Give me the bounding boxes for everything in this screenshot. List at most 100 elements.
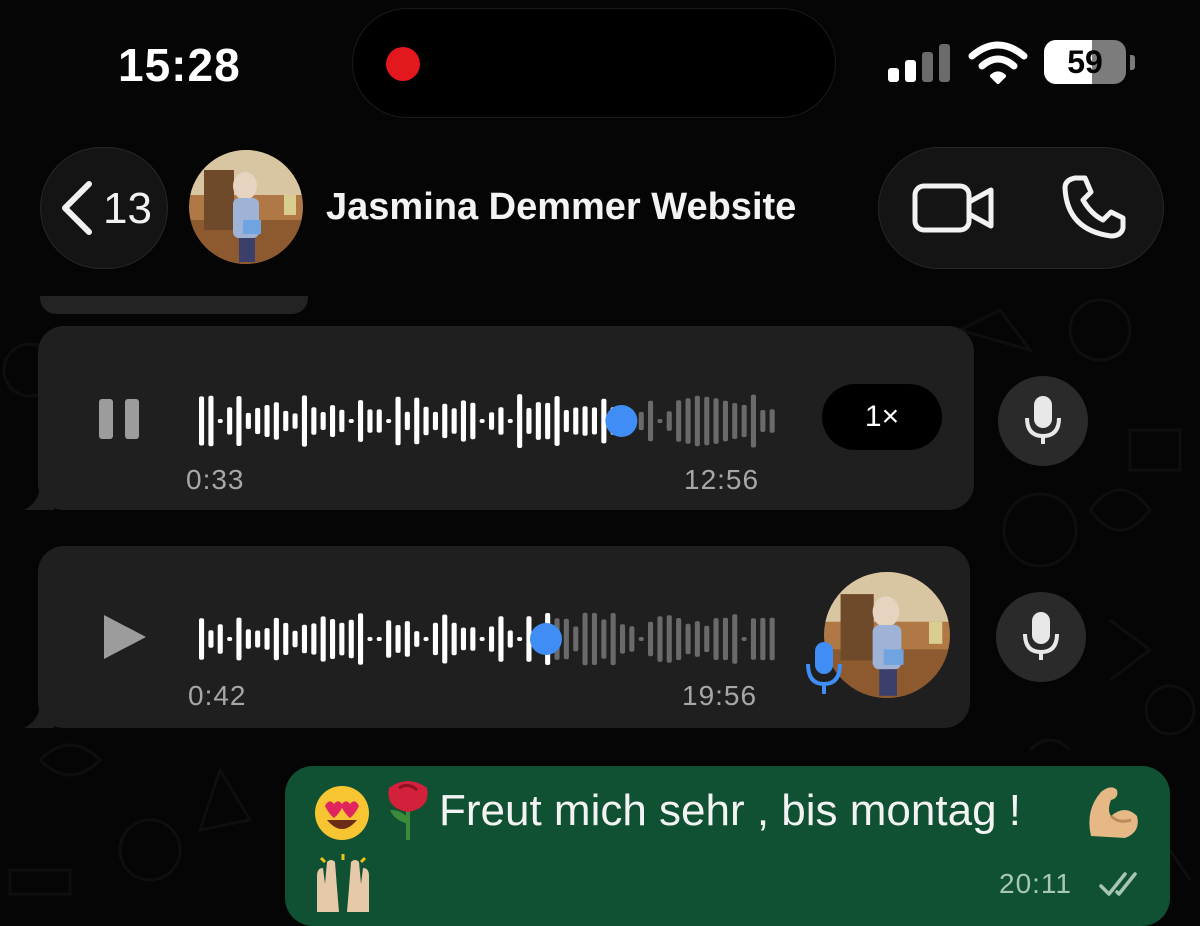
voice-call-button[interactable] [1059, 172, 1129, 242]
voice-elapsed-time: 0:42 [188, 680, 247, 711]
waveform-bar [489, 626, 495, 652]
transcribe-button[interactable] [996, 592, 1086, 682]
raising-hands-emoji [317, 854, 369, 912]
waveform-bar [208, 395, 214, 447]
bubble-tail [24, 702, 54, 728]
outgoing-message[interactable]: Freut mich sehr , bis montag ! 20:11 [285, 766, 1170, 926]
rose-emoji [388, 781, 428, 840]
waveform-bar [273, 402, 279, 440]
waveform-bar [227, 407, 233, 435]
waveform-bar [320, 616, 326, 662]
waveform-bar [694, 621, 700, 657]
waveform-bar [423, 406, 429, 436]
battery-percent: 59 [1067, 44, 1103, 80]
waveform-bar [255, 407, 261, 435]
playback-speed-button[interactable]: 1× [822, 384, 942, 450]
waveform-bar [358, 613, 364, 665]
waveform-bar [769, 617, 775, 661]
waveform-bar [563, 618, 569, 660]
waveform-bar [760, 617, 766, 661]
waveform-bar [442, 403, 448, 439]
waveform-bar [498, 616, 504, 662]
back-chevron-icon [62, 181, 92, 235]
waveform-bar [245, 412, 251, 429]
play-button[interactable] [100, 612, 148, 662]
waveform-bar [217, 624, 223, 654]
message-time: 20:11 [999, 868, 1072, 899]
waveform-bar [395, 396, 401, 446]
dynamic-island [352, 8, 836, 118]
voice-message[interactable]: 0:42 19:56 [24, 546, 970, 728]
waveform-bar [339, 622, 345, 656]
waveform-bar [404, 411, 410, 431]
waveform-bar [535, 402, 541, 440]
voice-waveform[interactable] [198, 604, 778, 674]
phone-icon [1062, 175, 1126, 239]
waveform-bar [741, 637, 747, 641]
waveform-bar [704, 396, 710, 446]
waveform-bar [367, 637, 373, 641]
contact-avatar[interactable] [189, 150, 303, 264]
waveform-bar [414, 631, 420, 647]
waveform-bar [685, 398, 691, 444]
waveform-bar [554, 396, 560, 446]
microphone-icon [1023, 612, 1059, 660]
waveform-bar [236, 617, 242, 661]
waveform-bar [629, 626, 635, 652]
transcribe-button[interactable] [998, 376, 1088, 466]
waveform-bar [648, 621, 654, 657]
waveform-bar [311, 623, 317, 655]
waveform-bar [750, 618, 756, 660]
pause-icon [99, 399, 139, 439]
previous-message-edge [40, 296, 308, 314]
waveform-bar [208, 630, 214, 648]
waveform-bar [638, 637, 644, 641]
play-icon [104, 615, 146, 659]
video-call-button[interactable] [909, 176, 999, 240]
waveform-bar [545, 402, 551, 440]
waveform-bar [404, 621, 410, 657]
waveform-bar [199, 618, 205, 660]
waveform-bar [283, 622, 289, 655]
waveform-bar [685, 623, 691, 655]
waveform-bar [741, 404, 747, 438]
waveform-bar [432, 411, 438, 431]
waveform-bar [732, 614, 738, 664]
waveform-bar [470, 402, 476, 440]
waveform-bar [657, 419, 663, 423]
waveform-bar [358, 400, 364, 442]
waveform-bar [507, 419, 513, 423]
waveform-bar [498, 407, 504, 435]
waveform-bar [676, 618, 682, 661]
waveform-bar [760, 410, 766, 432]
waveform-bar [301, 395, 307, 447]
waveform-bar [517, 394, 523, 448]
waveform-bar [301, 624, 307, 654]
pause-button[interactable] [96, 396, 142, 442]
voice-waveform[interactable] [198, 386, 778, 456]
waveform-bar [479, 419, 485, 423]
waveform-bar [245, 629, 251, 649]
contact-name[interactable]: Jasmina Demmer Website [326, 186, 796, 229]
waveform-bar [704, 625, 710, 653]
waveform-bar [386, 419, 392, 423]
message-text: Freut mich sehr , bis montag ! [439, 786, 1021, 835]
waveform-bar [713, 618, 719, 660]
waveform-bar [292, 630, 298, 648]
waveform-bar [610, 613, 616, 666]
waveform-bar [479, 637, 485, 641]
scrubber-handle[interactable] [605, 405, 638, 437]
waveform-bar [460, 400, 466, 442]
microphone-icon [1025, 396, 1061, 444]
waveform-bar [507, 630, 513, 648]
scrubber-handle[interactable] [530, 623, 562, 655]
waveform-bar [470, 627, 476, 651]
status-time: 15:28 [118, 39, 241, 91]
voice-message[interactable]: 0:33 12:56 1× [24, 326, 974, 510]
recording-indicator-icon [386, 47, 420, 81]
waveform-bar [648, 400, 654, 442]
waveform-bar [657, 616, 663, 662]
waveform-bar [591, 407, 597, 435]
waveform-bar [217, 419, 223, 423]
back-button[interactable]: 13 [40, 147, 168, 269]
